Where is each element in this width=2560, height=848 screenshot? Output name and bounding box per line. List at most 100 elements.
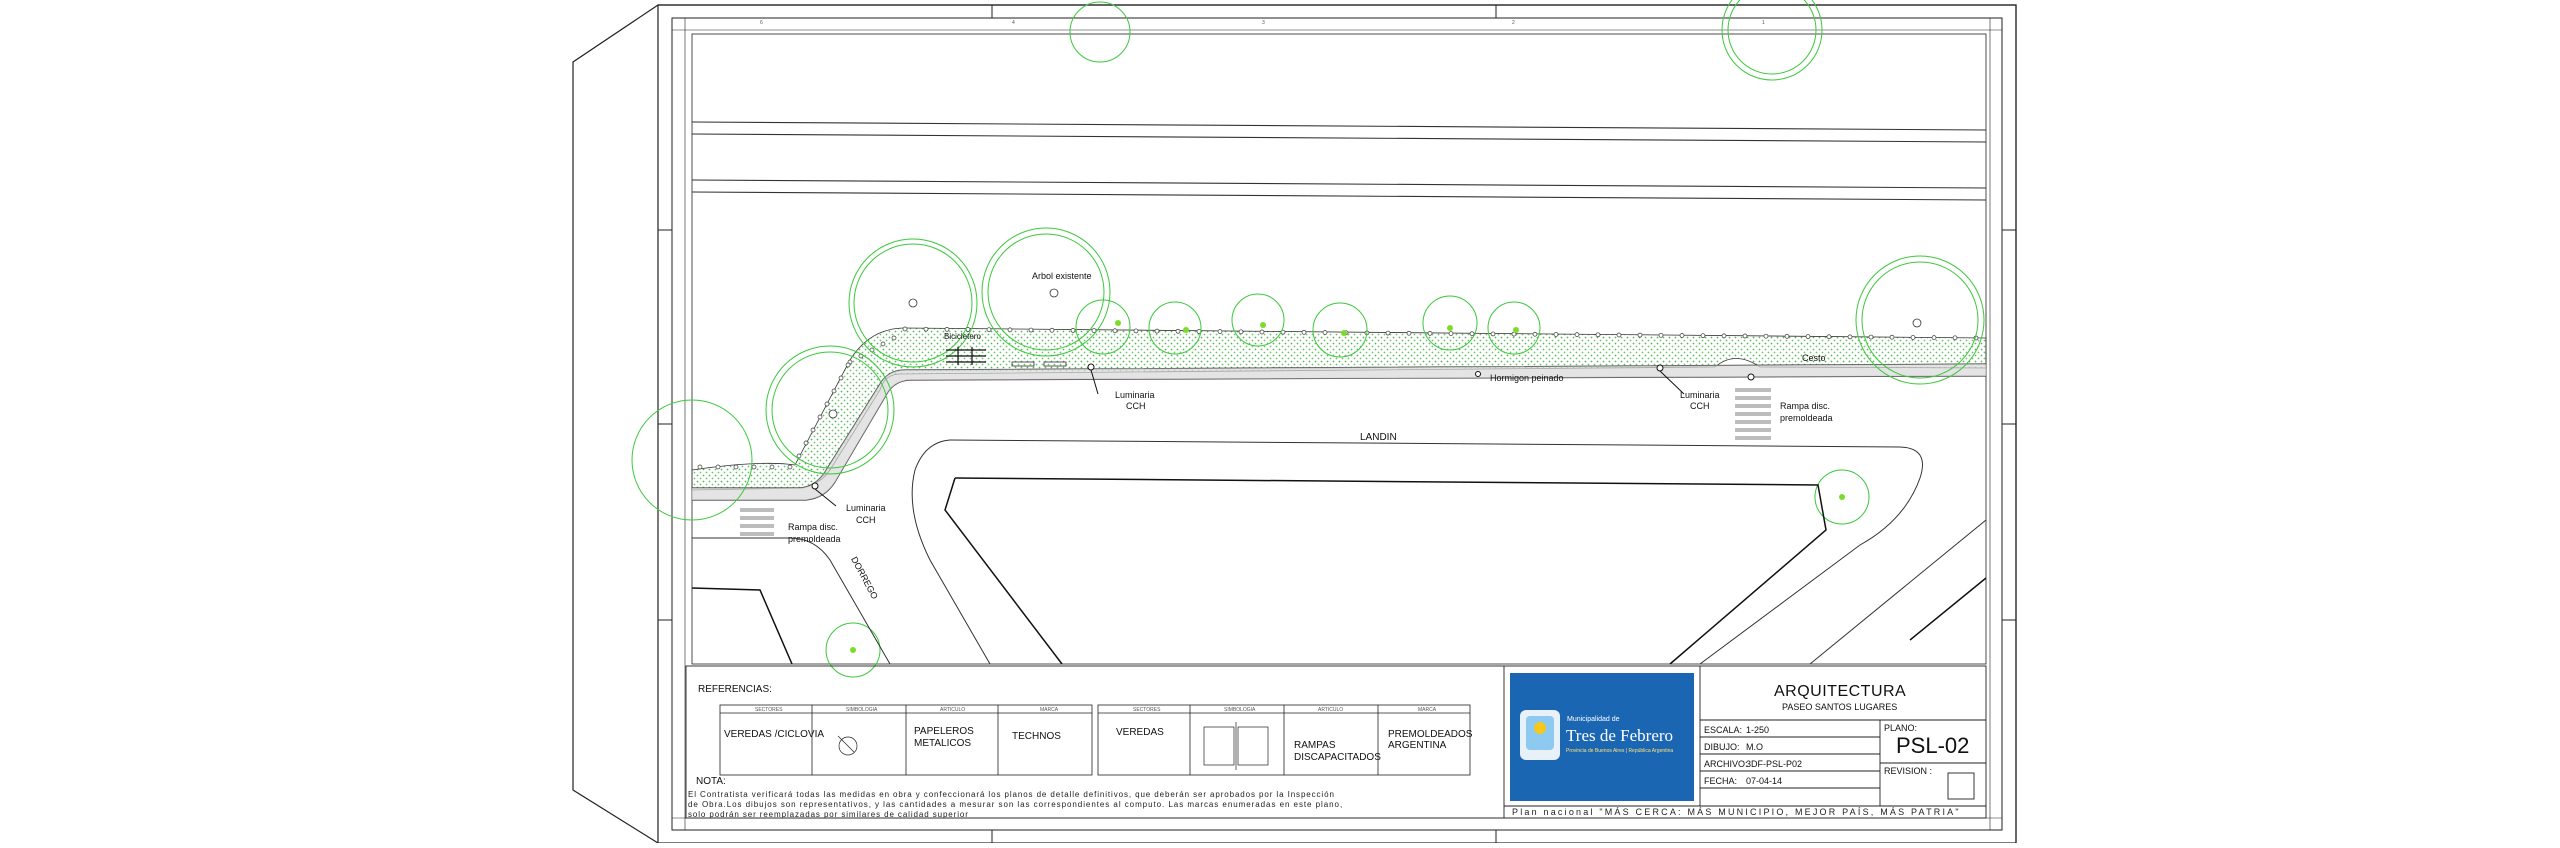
ref-col-header: MARCA [1040, 707, 1059, 713]
bollard-dot [1889, 334, 1895, 340]
logo-name: Tres de Febrero [1566, 726, 1674, 745]
sheet-frame [572, 4, 2017, 844]
ramp-stripes [740, 388, 1771, 536]
label-luminaria-1: Luminaria [1115, 390, 1155, 400]
bollard-dot [1175, 328, 1181, 334]
label-hormigon: Hormigon peinado [1490, 373, 1564, 383]
bollard-dot [1301, 329, 1307, 335]
bollard-dot [1427, 331, 1433, 336]
bollard-dot [1112, 328, 1118, 334]
nota-line-3: solo podrán ser reemplazadas por similar… [688, 810, 969, 819]
bollard-dot [1616, 332, 1622, 338]
ref-left-articulo-2: METALICOS [914, 738, 972, 749]
bollard-dot [1826, 334, 1832, 340]
ruler-number: 3 [1262, 20, 1265, 26]
plan-drawing [572, 0, 2017, 844]
bollard-dot [1469, 331, 1475, 337]
ref-col-header: SECTORES [1133, 707, 1161, 713]
ruler-number: 4 [1012, 20, 1015, 26]
bollard-dot [697, 464, 703, 470]
label-cch-3: CCH [856, 515, 876, 525]
bollard-dot [803, 440, 809, 446]
street-blocks [691, 439, 1987, 665]
bollard-dot [1910, 335, 1916, 340]
bollard-dot [1637, 332, 1643, 338]
bollard-dot [751, 464, 757, 470]
plano-number: PSL-02 [1896, 733, 1970, 758]
bollard-dot [787, 464, 793, 470]
label-landin: LANDIN [1360, 432, 1397, 443]
ref-col-header: MARCA [1418, 707, 1437, 713]
ref-right-marca-2: ARGENTINA [1388, 740, 1447, 751]
ref-left-articulo-1: PAPELEROS [914, 726, 974, 737]
bollard-dot [1028, 327, 1034, 333]
dibujo-value: M.O [1746, 742, 1763, 752]
bollard-dot [1007, 327, 1013, 333]
ruler-number: 2 [1512, 20, 1515, 26]
label-arbol-existente: Arbol existente [1032, 271, 1092, 281]
bollard-dot [1805, 334, 1811, 339]
label-luminaria-2: Luminaria [1680, 390, 1720, 400]
logo-subtext: Provincia de Buenos Aires | República Ar… [1566, 748, 1674, 754]
bollard-dot [1553, 332, 1559, 337]
bollard-dot [1154, 328, 1160, 334]
bollard-dot [1763, 333, 1769, 339]
nota-title: NOTA: [696, 776, 726, 787]
top-lines [691, 121, 1987, 201]
fecha-label: FECHA: [1704, 776, 1738, 786]
bollard-dot [1868, 334, 1874, 340]
archivo-label: ARCHIVO: [1704, 759, 1748, 769]
label-rampa-2a: Rampa disc. [788, 522, 839, 532]
ref-right-articulo-1: RAMPAS [1294, 740, 1336, 751]
reference-tables [719, 704, 1471, 776]
bollard-dot [1448, 331, 1454, 336]
label-luminaria-3: Luminaria [846, 503, 886, 513]
path-fill [692, 364, 1986, 500]
bollard-dot [1595, 332, 1601, 338]
bollard-dot [1133, 328, 1139, 334]
bollard-dot [810, 427, 816, 433]
ruler-number: 1 [1762, 20, 1765, 26]
ruler-number: 6 [760, 20, 763, 26]
slogan: Plan nacional "MÁS CERCA: MÁS MUNICIPIO,… [1512, 807, 1961, 817]
references-title: REFERENCIAS: [698, 684, 772, 695]
bollard-dot [796, 453, 802, 459]
bollard-dot [838, 375, 844, 381]
ref-right-articulo-2: DISCAPACITADOS [1294, 752, 1381, 763]
drawing-sheet: Arbol existente Bicicletero Luminaria CC… [0, 0, 2560, 844]
ref-col-header: SECTORES [755, 707, 783, 713]
revision-label: REVISION : [1884, 766, 1933, 776]
bollard-dot [944, 327, 950, 332]
label-cch-1: CCH [1126, 401, 1146, 411]
title-heading: ARQUITECTURA [1774, 683, 1907, 700]
bollard-dot [1742, 333, 1748, 339]
bollard-dot [1700, 333, 1706, 339]
label-cch-2: CCH [1690, 401, 1710, 411]
bollard-dot [1385, 330, 1391, 336]
bollard-dot [817, 414, 823, 420]
bollard-dot [1931, 335, 1937, 340]
fecha-value: 07-04-14 [1746, 776, 1783, 786]
bollard-dot [1952, 335, 1958, 341]
bollard-dot [902, 326, 908, 332]
bollard-dot [824, 401, 830, 407]
ref-col-header: SIMBOLOGIA [846, 707, 878, 713]
bollard-dot [1238, 329, 1244, 335]
bollard-dot [1721, 333, 1727, 339]
bollard-dot [1490, 331, 1496, 337]
bollard-dot [880, 341, 886, 347]
nota-line-1: El Contratista verificará todas las medi… [688, 790, 1335, 799]
bollard-dot [986, 327, 992, 333]
escala-value: 1-250 [1746, 725, 1770, 735]
bollard-dot [923, 326, 929, 332]
ref-right-sector: VEREDAS [1116, 727, 1164, 738]
bike-rack [946, 347, 986, 365]
label-cesto: Cesto [1802, 353, 1826, 363]
bollard-dot [1322, 330, 1328, 335]
label-bicicletero: Bicicletero [944, 332, 981, 341]
label-rampa-1a: Rampa disc. [1780, 401, 1831, 411]
bollard-dot [1406, 330, 1412, 336]
bollard-dot [1217, 329, 1223, 334]
bollard-dot [831, 388, 837, 394]
bollard-dot [1259, 329, 1265, 335]
